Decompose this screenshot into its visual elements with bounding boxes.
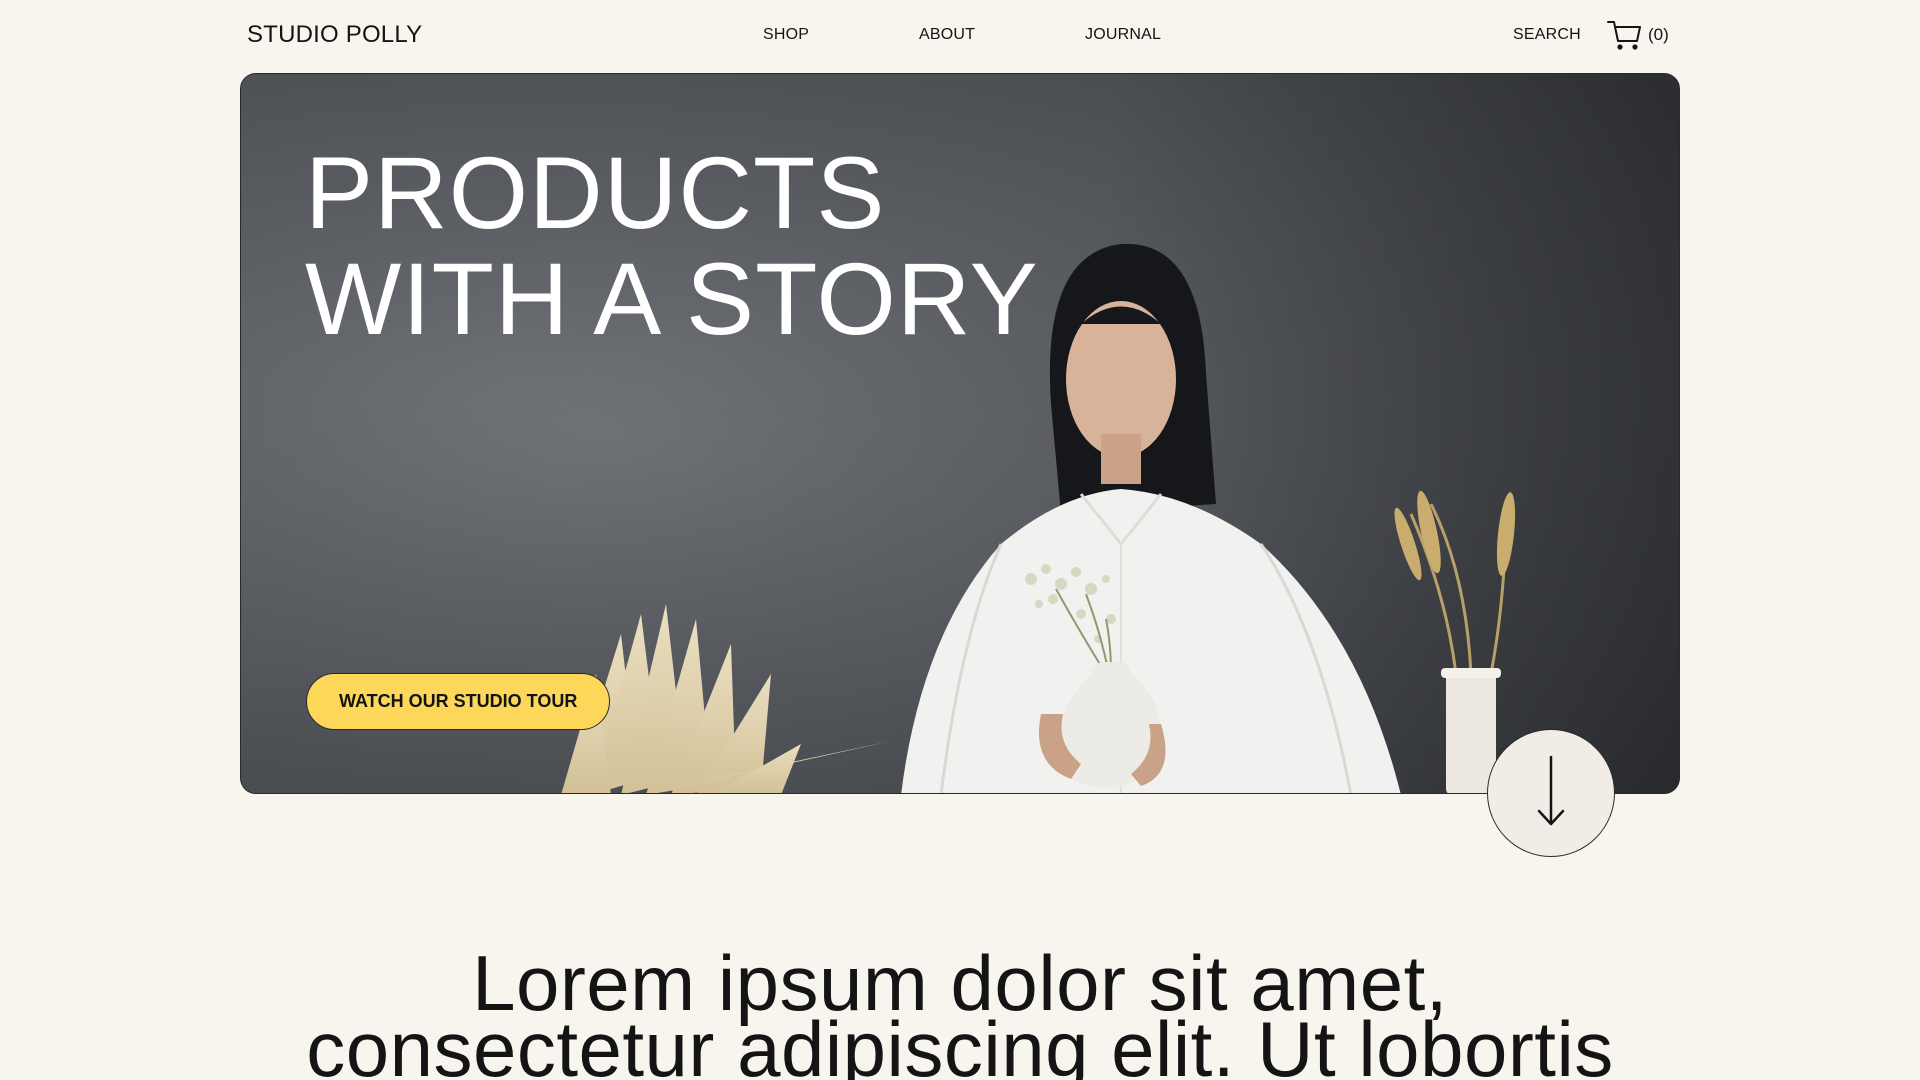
page: STUDIO POLLY SHOP ABOUT JOURNAL SEARCH (… [0,0,1920,1080]
cart-count: (0) [1648,25,1669,44]
scroll-down-button[interactable] [1487,729,1615,857]
hero-title-line-2: WITH A STORY [305,242,1039,356]
nav-link-shop[interactable]: SHOP [763,26,809,44]
hero-banner: PRODUCTS WITH A STORY WATCH OUR STUDIO T… [240,73,1680,794]
nav-link-journal[interactable]: JOURNAL [1085,26,1161,44]
hero-title: PRODUCTS WITH A STORY [305,140,1039,352]
site-logo[interactable]: STUDIO POLLY [247,21,422,49]
cart-icon [1606,18,1642,52]
nav-link-about[interactable]: ABOUT [919,26,975,44]
hero-title-line-1: PRODUCTS [305,136,886,250]
site-header: STUDIO POLLY SHOP ABOUT JOURNAL SEARCH (… [0,0,1920,72]
intro-line-2: consectetur adipiscing elit. Ut lobortis [306,1005,1614,1080]
watch-studio-tour-button[interactable]: WATCH OUR STUDIO TOUR [306,673,611,730]
intro-text: Lorem ipsum dolor sit amet, consectetur … [200,944,1720,1080]
cart-button[interactable]: (0) [1606,18,1669,52]
arrow-down-icon [1536,755,1566,832]
search-link[interactable]: SEARCH [1513,26,1581,44]
